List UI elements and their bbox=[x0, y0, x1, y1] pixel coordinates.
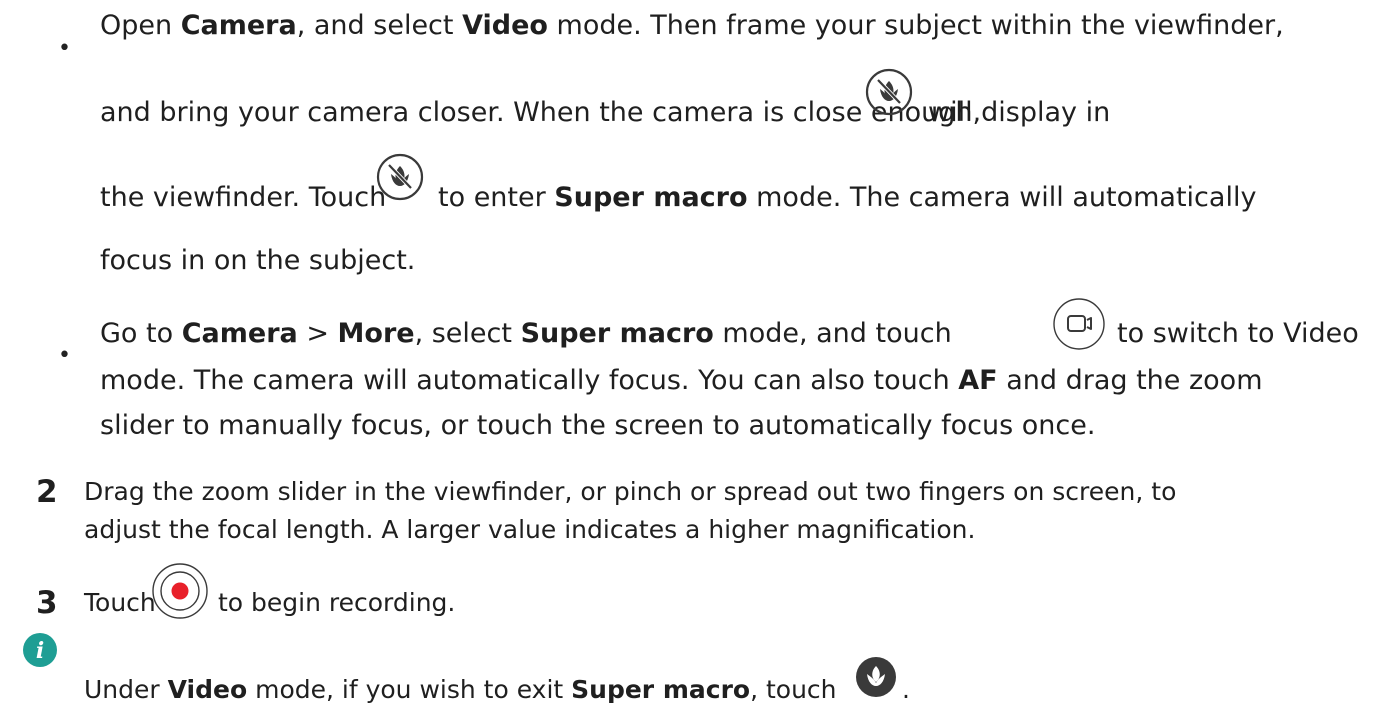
bullet-1-line-2b: will display in bbox=[928, 97, 1111, 128]
step-3-text-b: to begin recording. bbox=[218, 588, 456, 617]
bullet-marker: • bbox=[58, 343, 71, 368]
bullet-1-line-3a: the viewfinder. Touch bbox=[100, 182, 387, 213]
svg-text:i: i bbox=[36, 638, 44, 664]
video-mode-icon bbox=[1053, 298, 1105, 350]
step-2-line-2: adjust the focal length. A larger value … bbox=[84, 515, 976, 544]
super-macro-icon bbox=[865, 68, 913, 116]
step-3-text-a: Touch bbox=[84, 588, 156, 617]
bullet-1-line-4: focus in on the subject. bbox=[100, 245, 416, 276]
info-icon: i bbox=[23, 633, 57, 667]
note-text: Under Video mode, if you wish to exit Su… bbox=[84, 675, 837, 704]
step-number: 2 bbox=[36, 474, 58, 510]
bullet-1-line-1: Open Camera, and select Video mode. Then… bbox=[100, 10, 1284, 41]
macro-exit-icon bbox=[856, 657, 896, 697]
step-2-line-1: Drag the zoom slider in the viewfinder, … bbox=[84, 477, 1177, 506]
super-macro-icon bbox=[376, 153, 424, 201]
bullet-1-line-3b: to enter Super macro mode. The camera wi… bbox=[438, 182, 1257, 213]
bullet-2-line-2: mode. The camera will automatically focu… bbox=[100, 365, 1263, 396]
bullet-2-line-3: slider to manually focus, or touch the s… bbox=[100, 410, 1096, 441]
bullet-2-line-1a: Go to Camera > More, select Super macro … bbox=[100, 318, 952, 349]
note-period: . bbox=[902, 675, 910, 704]
bullet-1-line-2: and bring your camera closer. When the c… bbox=[100, 97, 982, 128]
bullet-marker: • bbox=[58, 36, 71, 61]
record-button-icon bbox=[152, 563, 208, 619]
step-number: 3 bbox=[36, 585, 58, 621]
bullet-2-line-1b: to switch to Video bbox=[1117, 318, 1359, 349]
